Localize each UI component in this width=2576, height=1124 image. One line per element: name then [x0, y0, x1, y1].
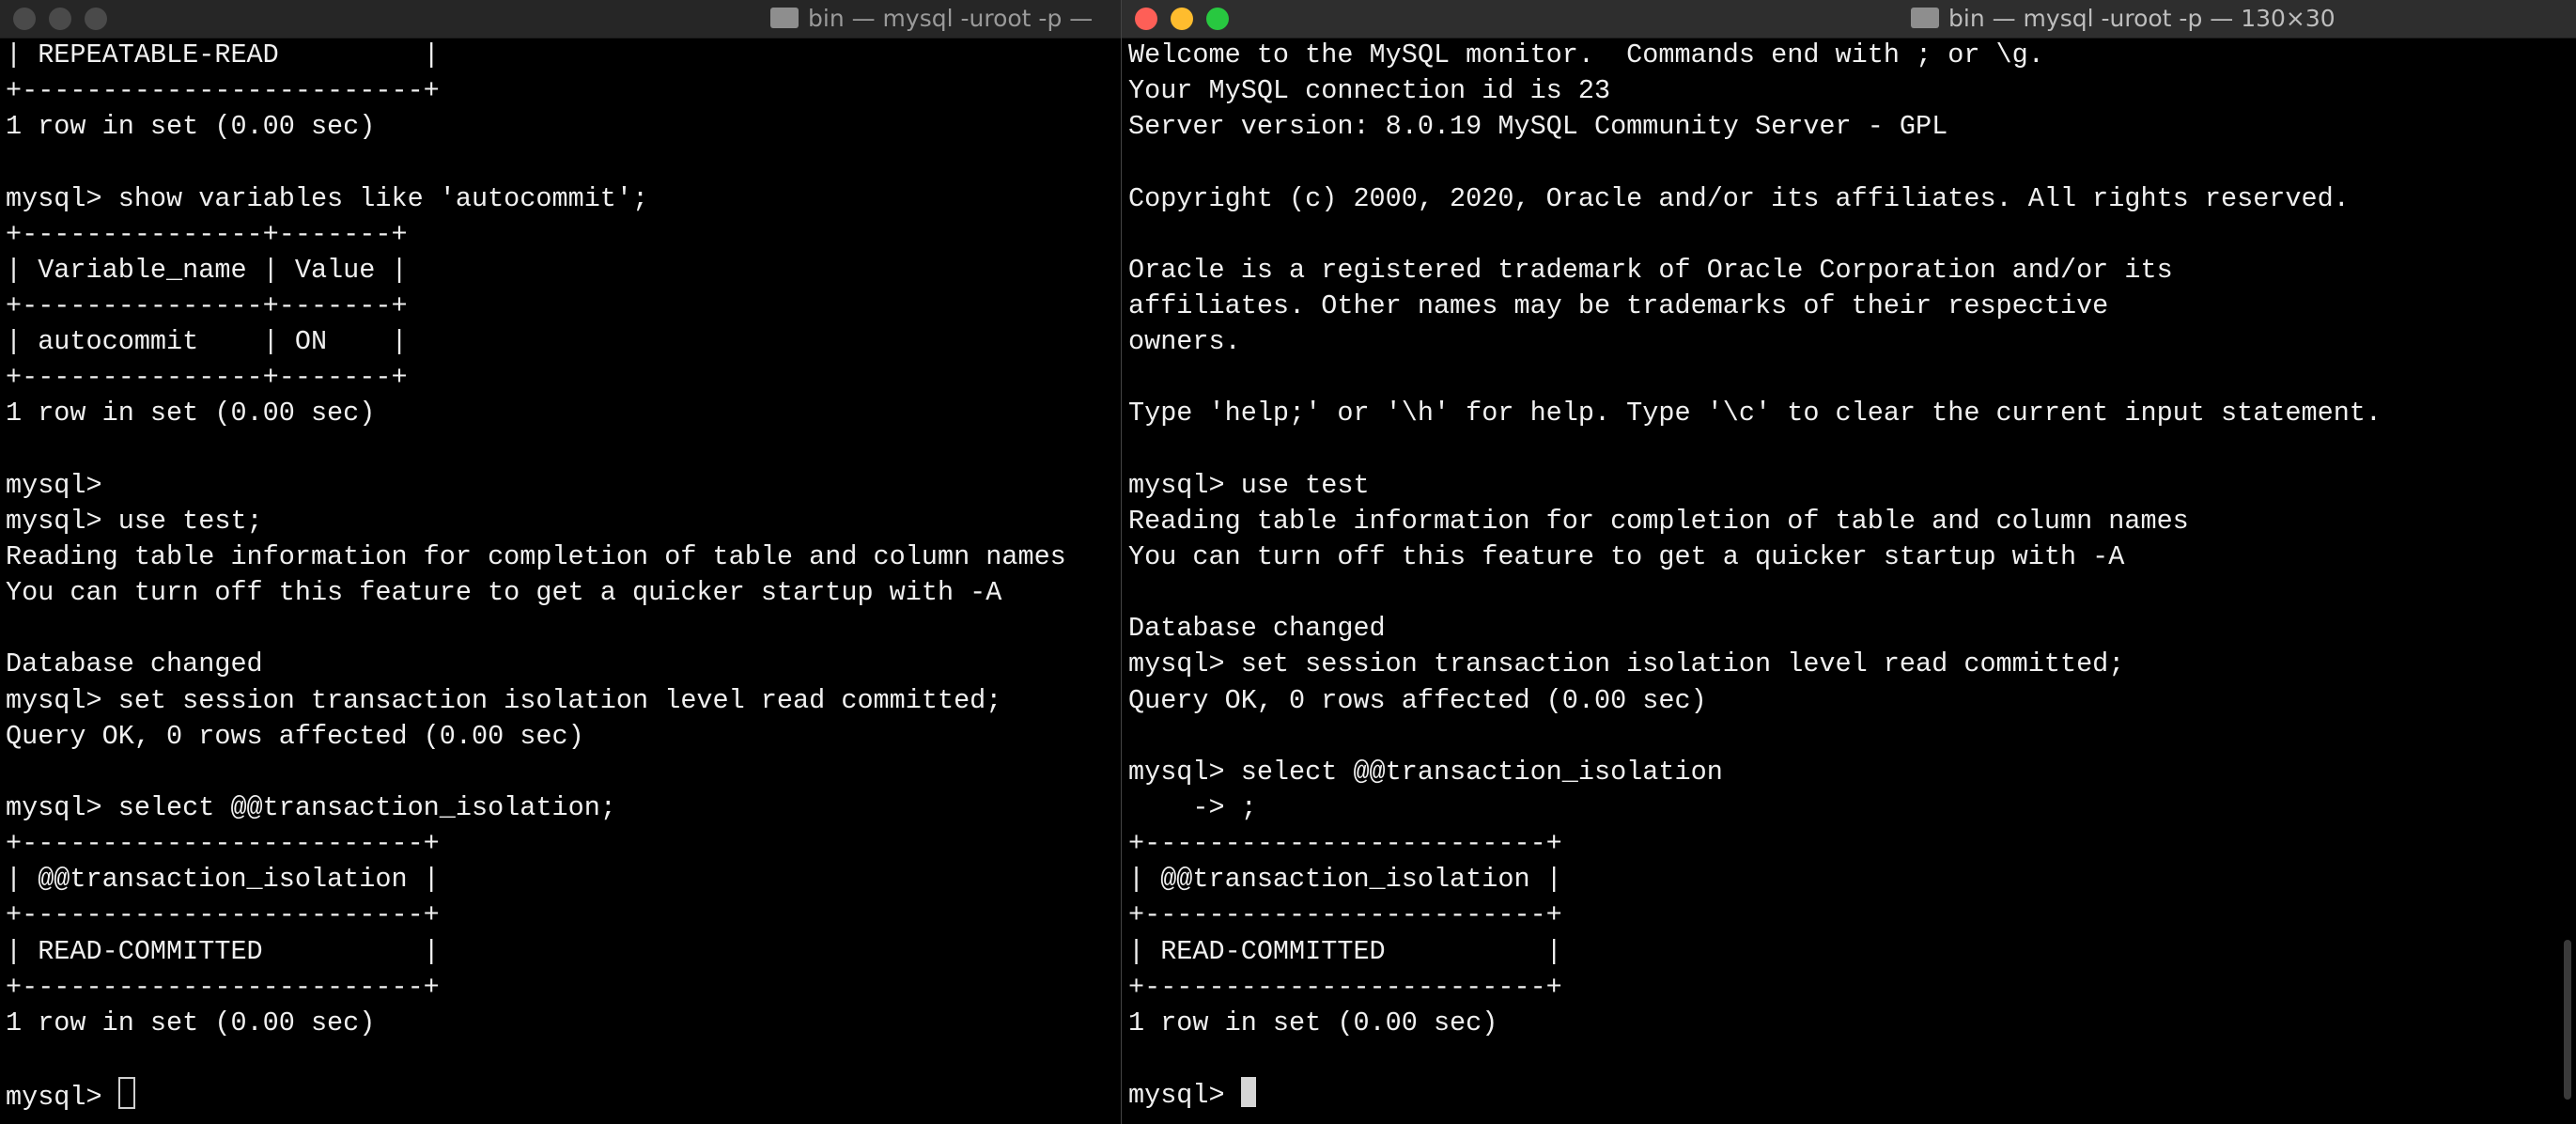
terminal-line: Database changed [1128, 613, 1386, 645]
right-scrollbar[interactable] [2564, 940, 2571, 1100]
terminal-line: owners. [1128, 326, 1241, 358]
terminal-line: Reading table information for completion… [6, 540, 1066, 572]
maximize-button[interactable] [85, 8, 107, 30]
terminal-line: | @@transaction_isolation | [6, 864, 440, 896]
terminal-line: Server version: 8.0.19 MySQL Community S… [1128, 111, 1948, 143]
terminal-line: +-------------------------+ [6, 828, 440, 860]
terminal-line: Welcome to the MySQL monitor. Commands e… [1128, 39, 2044, 70]
terminal-line: | READ-COMMITTED | [6, 935, 440, 967]
terminal-line: 1 row in set (0.00 sec) [6, 398, 376, 429]
terminal-line: mysql> [6, 469, 102, 501]
terminal-line: 1 row in set (0.00 sec) [1128, 1007, 1498, 1038]
terminal-line: +-------------------------+ [1128, 899, 1562, 931]
terminal-line: 1 row in set (0.00 sec) [6, 1007, 376, 1038]
terminal-line: You can turn off this feature to get a q… [6, 577, 1002, 609]
close-button[interactable] [13, 8, 36, 30]
left-terminal-output[interactable]: | REPEATABLE-READ | +--------------------… [0, 38, 1124, 1124]
maximize-button[interactable] [1206, 8, 1229, 30]
terminal-line: | REPEATABLE-READ | [6, 39, 440, 70]
prompt-line[interactable]: mysql> [6, 1077, 1124, 1113]
terminal-line: Oracle is a registered trademark of Orac… [1128, 254, 2173, 286]
text-cursor [117, 1077, 135, 1110]
terminal-line: mysql> set session transaction isolation… [1128, 648, 2125, 680]
left-terminal-window[interactable]: bin — mysql -uroot -p — | REPEATABLE-REA… [0, 0, 1124, 1124]
terminal-line: Reading table information for completion… [1128, 505, 2189, 537]
prompt-line[interactable]: mysql> [1128, 1077, 2576, 1113]
terminal-line: +-------------------------+ [1128, 828, 1562, 860]
terminal-line: -> ; [1128, 791, 1257, 823]
left-window-controls [13, 8, 120, 34]
terminal-line: Query OK, 0 rows affected (0.00 sec) [1128, 684, 1707, 716]
text-cursor [1240, 1077, 1256, 1108]
terminal-line: +---------------+-------+ [6, 362, 408, 394]
terminal-line: mysql> use test; [6, 505, 263, 537]
terminal-line: +---------------+-------+ [6, 289, 408, 321]
terminal-line: +-------------------------+ [6, 971, 440, 1003]
terminal-line: Copyright (c) 2000, 2020, Oracle and/or … [1128, 182, 2350, 214]
right-terminal-window[interactable]: bin — mysql -uroot -p — 130×30 Welcome t… [1121, 0, 2576, 1124]
terminal-line: Database changed [6, 648, 263, 680]
terminal-line: You can turn off this feature to get a q… [1128, 540, 2125, 572]
prompt-text: mysql> [6, 1082, 118, 1114]
terminal-line: Type 'help;' or '\h' for help. Type '\c'… [1128, 398, 2382, 429]
terminal-line: | @@transaction_isolation | [1128, 864, 1562, 896]
prompt-text: mysql> [1128, 1080, 1241, 1112]
terminal-line: Query OK, 0 rows affected (0.00 sec) [6, 720, 584, 752]
terminal-line: mysql> set session transaction isolation… [6, 684, 1002, 716]
terminal-line: +-------------------------+ [6, 899, 440, 931]
minimize-button[interactable] [1171, 8, 1193, 30]
right-terminal-output[interactable]: Welcome to the MySQL monitor. Commands e… [1122, 38, 2576, 1124]
terminal-line: +-------------------------+ [6, 75, 440, 107]
terminal-line: Your MySQL connection id is 23 [1128, 75, 1611, 107]
terminal-line: mysql> select @@transaction_isolation; [6, 791, 616, 823]
right-window-controls [1135, 8, 1242, 34]
terminal-line: | READ-COMMITTED | [1128, 935, 1562, 967]
terminal-line: mysql> show variables like 'autocommit'; [6, 182, 649, 214]
left-window-title: bin — mysql -uroot -p — [770, 0, 1124, 38]
terminal-line: | Variable_name | Value | [6, 254, 408, 286]
minimize-button[interactable] [49, 8, 71, 30]
terminal-line: +-------------------------+ [1128, 971, 1562, 1003]
right-title-bar[interactable]: bin — mysql -uroot -p — 130×30 [1122, 0, 2576, 39]
folder-icon [770, 8, 799, 28]
terminal-line: | autocommit | ON | [6, 326, 408, 358]
terminal-line: +---------------+-------+ [6, 218, 408, 250]
left-title-bar[interactable]: bin — mysql -uroot -p — [0, 0, 1124, 39]
terminal-line: mysql> use test [1128, 469, 1370, 501]
terminal-line: mysql> select @@transaction_isolation [1128, 756, 1723, 788]
close-button[interactable] [1135, 8, 1157, 30]
terminal-line: affiliates. Other names may be trademark… [1128, 289, 2109, 321]
right-window-title: bin — mysql -uroot -p — 130×30 [1911, 0, 2576, 38]
terminal-line: 1 row in set (0.00 sec) [6, 111, 376, 143]
folder-icon [1911, 8, 1939, 28]
